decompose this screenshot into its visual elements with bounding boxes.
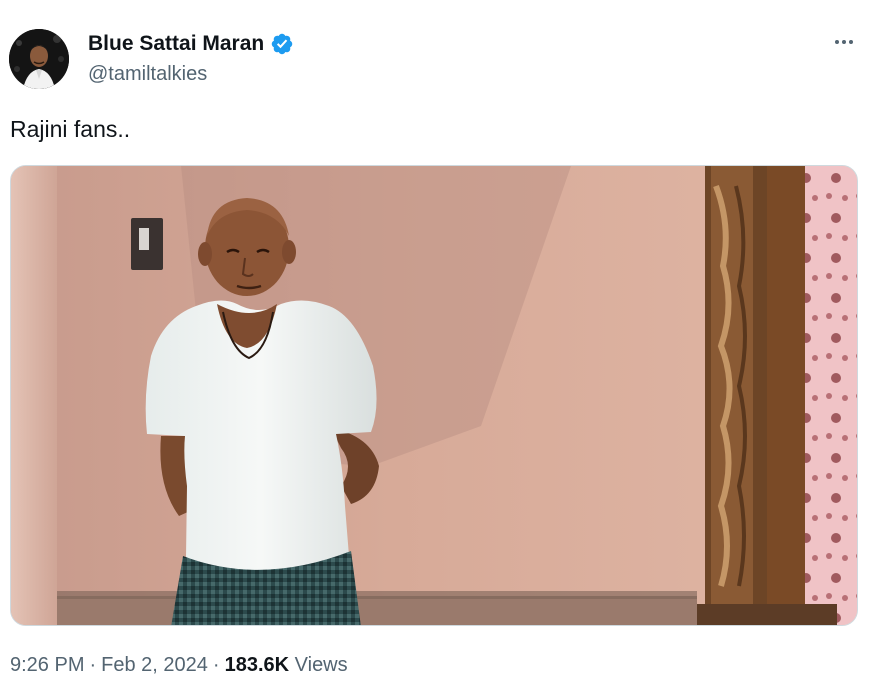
dot bbox=[849, 40, 853, 44]
views-count: 183.6K bbox=[224, 654, 290, 676]
tweet-text: Rajini fans.. bbox=[10, 116, 131, 142]
verified-badge-icon bbox=[271, 33, 293, 55]
avatar[interactable] bbox=[9, 29, 69, 89]
views-label: Views bbox=[294, 654, 348, 676]
tweet-photo[interactable] bbox=[10, 165, 858, 626]
more-dots-icon[interactable] bbox=[831, 32, 857, 52]
author-display-name[interactable]: Blue Sattai Maran bbox=[88, 31, 264, 57]
meta-separator: · bbox=[89, 654, 97, 676]
dot bbox=[835, 40, 839, 44]
tweet-time[interactable]: 9:26 PM bbox=[10, 654, 84, 676]
dot bbox=[842, 40, 846, 44]
author-handle[interactable]: @tamiltalkies bbox=[88, 62, 207, 86]
author-name-row: Blue Sattai Maran bbox=[88, 31, 294, 57]
tweet-card: Blue Sattai Maran @tamiltalkies Rajini f… bbox=[0, 0, 871, 681]
tweet-meta: 9:26 PM · Feb 2, 2024 · 183.6K Views bbox=[10, 652, 348, 678]
meta-separator: · bbox=[212, 654, 220, 676]
tweet-date[interactable]: Feb 2, 2024 bbox=[101, 654, 208, 676]
